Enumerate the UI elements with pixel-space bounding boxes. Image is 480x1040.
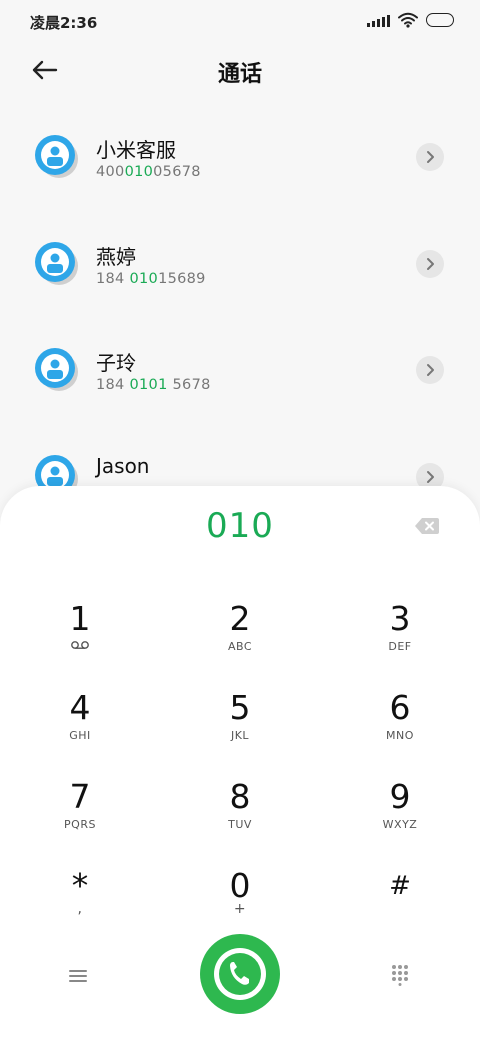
- key-letters: ABC: [227, 640, 253, 653]
- key-0[interactable]: 0 +: [180, 847, 300, 927]
- key-digit: 1: [69, 599, 91, 638]
- delete-button[interactable]: [414, 516, 440, 536]
- battery-icon: [426, 13, 454, 27]
- wifi-icon: [398, 12, 418, 28]
- key-7[interactable]: 7 PQRS: [20, 758, 140, 838]
- key-3[interactable]: 3 DEF: [340, 580, 460, 660]
- key-hash[interactable]: #: [340, 847, 460, 927]
- key-6[interactable]: 6 MNO: [340, 669, 460, 749]
- key-letters: MNO: [386, 729, 414, 742]
- key-1[interactable]: 1: [20, 580, 140, 660]
- contact-number: 184 01015689: [96, 270, 206, 287]
- chevron-right-icon: [427, 364, 434, 376]
- key-digit: 6: [389, 688, 411, 727]
- key-star[interactable]: * ,: [20, 847, 140, 927]
- key-letters: ,: [77, 901, 83, 917]
- backspace-icon: [415, 518, 439, 534]
- key-letters: GHI: [69, 729, 91, 742]
- dialpad-grid-icon: [392, 965, 408, 986]
- contact-detail-button[interactable]: [416, 356, 444, 384]
- chevron-right-icon: [427, 257, 434, 270]
- phone-icon: [214, 948, 266, 1000]
- contact-row[interactable]: 燕婷 184 01015689: [0, 211, 480, 318]
- key-digit: 7: [69, 777, 91, 816]
- key-9[interactable]: 9 WXYZ: [340, 758, 460, 838]
- key-digit: 4: [69, 688, 91, 727]
- avatar-icon: [35, 241, 78, 285]
- key-digit: #: [389, 871, 411, 901]
- status-bar: 凌晨2:36: [0, 0, 480, 44]
- signal-icon: [367, 13, 390, 27]
- contact-row[interactable]: 小米客服 40001005678: [0, 104, 480, 211]
- contact-name: 燕婷: [96, 244, 136, 269]
- key-letters: DEF: [388, 640, 412, 653]
- key-letters: TUV: [228, 818, 252, 831]
- contact-name: Jason: [96, 453, 150, 478]
- menu-button[interactable]: [66, 966, 90, 986]
- key-letters: JKL: [230, 729, 250, 742]
- contact-list: 小米客服 40001005678 燕婷 184 01015689 子玲 184 …: [0, 104, 480, 530]
- key-5[interactable]: 5 JKL: [180, 669, 300, 749]
- avatar-icon: [35, 135, 78, 178]
- status-time: 凌晨2:36: [30, 14, 98, 32]
- key-digit: 8: [229, 777, 251, 816]
- key-2[interactable]: 2 ABC: [180, 580, 300, 660]
- contact-name: 小米客服: [96, 138, 176, 162]
- contact-name: 子玲: [96, 351, 136, 375]
- key-digit: 9: [389, 777, 411, 816]
- status-icons: [367, 12, 454, 28]
- contact-row[interactable]: 子玲 184 0101 5678: [0, 317, 480, 424]
- key-digit: 3: [389, 599, 411, 638]
- key-letters: WXYZ: [382, 818, 418, 831]
- key-4[interactable]: 4 GHI: [20, 669, 140, 749]
- bottom-bar: [0, 934, 480, 1024]
- key-digit: 5: [229, 688, 251, 727]
- menu-icon: [69, 970, 87, 982]
- key-letters: +: [233, 901, 247, 917]
- contact-detail-button[interactable]: [416, 143, 444, 171]
- chevron-right-icon: [427, 151, 434, 163]
- key-digit: 0: [229, 866, 251, 905]
- voicemail-icon: [71, 641, 89, 649]
- contact-number: 40001005678: [96, 164, 201, 180]
- avatar-icon: [35, 348, 78, 391]
- key-8[interactable]: 8 TUV: [180, 758, 300, 838]
- dialpad-sheet: 010 1 2 ABC 3 DEF 4 GHI 5 JKL 6 MNO 7 PQ…: [0, 486, 480, 1040]
- key-digit: 2: [229, 599, 251, 638]
- key-letters: PQRS: [64, 818, 96, 831]
- page-title: 通话: [217, 62, 262, 87]
- screen: 凌晨2:36 通话 小米客服 40001005678 燕婷 184 010156…: [0, 0, 480, 1040]
- contact-number: 184 0101 5678: [96, 377, 211, 393]
- call-button[interactable]: [200, 934, 280, 1014]
- dialed-number: 010: [206, 506, 274, 546]
- key-digit: *: [71, 866, 89, 905]
- contact-detail-button[interactable]: [416, 249, 444, 278]
- header: 通话: [0, 44, 480, 100]
- keypad-toggle-button[interactable]: [390, 964, 410, 986]
